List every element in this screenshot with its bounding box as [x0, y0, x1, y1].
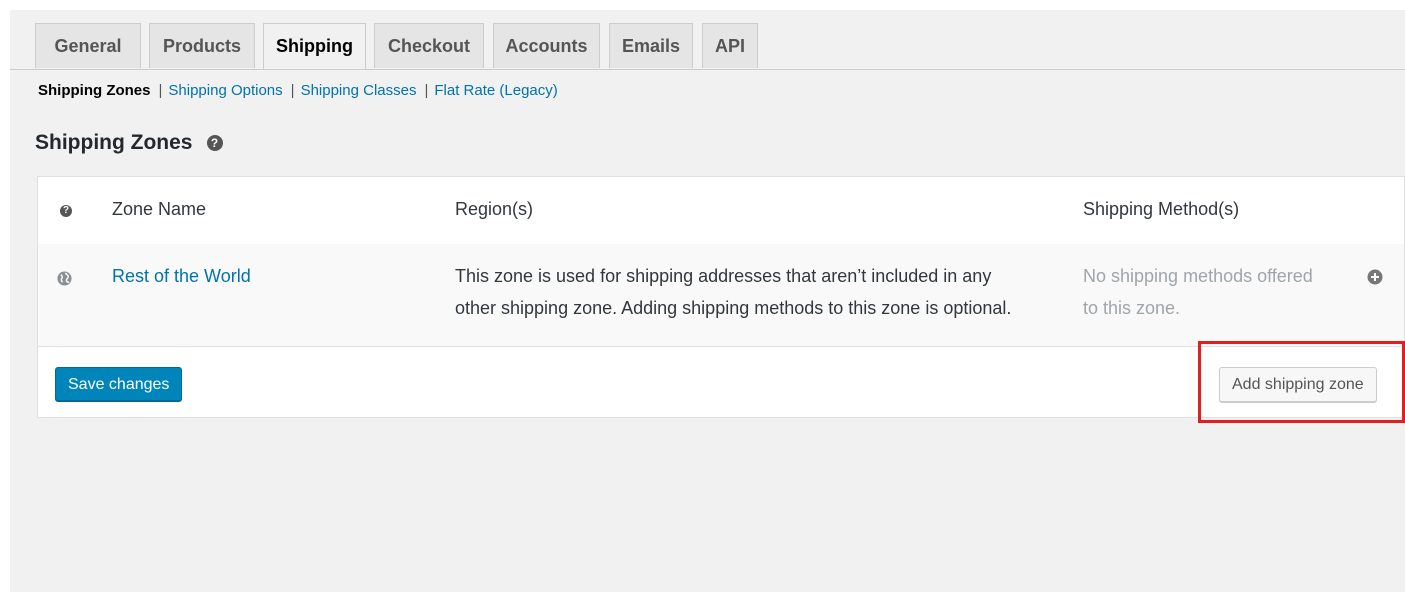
- subnav-shipping-classes-link[interactable]: Shipping Classes: [301, 82, 417, 99]
- tab-emails[interactable]: Emails: [609, 23, 693, 68]
- zone-regions: This zone is used for shipping addresses…: [455, 260, 1011, 324]
- shipping-zones-table: ? Zone Name Region(s) Shipping Method(s)…: [37, 176, 1405, 418]
- tab-accounts[interactable]: Accounts: [493, 23, 600, 68]
- tab-checkout[interactable]: Checkout: [374, 23, 484, 68]
- subnav-separator: |: [158, 82, 163, 99]
- column-regions: Region(s): [455, 199, 534, 219]
- save-changes-button[interactable]: Save changes: [55, 367, 183, 402]
- subnav-shipping-options-link[interactable]: Shipping Options: [168, 82, 282, 99]
- zone-regions-line: other shipping zone. Adding shipping met…: [455, 298, 1012, 318]
- tab-products[interactable]: Products: [149, 23, 255, 68]
- zone-methods: No shipping methods offered to this zone…: [1083, 260, 1313, 324]
- zone-methods-line: No shipping methods offered: [1083, 266, 1313, 286]
- column-zone-name: Zone Name: [112, 199, 207, 219]
- tab-general[interactable]: General: [35, 23, 141, 68]
- subnav-shipping-zones-current: Shipping Zones: [38, 82, 151, 99]
- page-title: Shipping Zones: [35, 131, 193, 154]
- table-row: Rest of the World This zone is used for …: [38, 244, 1404, 347]
- column-shipping-methods: Shipping Method(s): [1083, 199, 1240, 219]
- tab-api[interactable]: API: [702, 23, 758, 68]
- shipping-subnav: Shipping Zones | Shipping Options | Shipping…: [38, 82, 558, 99]
- tab-shipping[interactable]: Shipping: [263, 23, 366, 69]
- settings-tabs: General Products Shipping Checkout Accou…: [10, 23, 1405, 70]
- subnav-flat-rate-legacy-link[interactable]: Flat Rate (Legacy): [434, 82, 557, 99]
- globe-icon: [57, 271, 72, 286]
- help-icon[interactable]: ?: [206, 135, 223, 151]
- page-heading: Shipping Zones ?: [35, 131, 223, 155]
- column-help-icon[interactable]: ?: [60, 205, 72, 217]
- settings-page: General Products Shipping Checkout Accou…: [10, 10, 1405, 592]
- zone-regions-line: This zone is used for shipping addresses…: [455, 266, 992, 286]
- zone-name-link[interactable]: Rest of the World: [112, 266, 251, 287]
- zone-methods-line: to this zone.: [1083, 298, 1181, 318]
- subnav-separator: |: [424, 82, 429, 99]
- subnav-separator: |: [290, 82, 295, 99]
- table-footer: Save changes Add shipping zone: [38, 346, 1404, 417]
- add-shipping-zone-button[interactable]: Add shipping zone: [1219, 367, 1377, 402]
- plus-circle-icon[interactable]: [1367, 269, 1383, 285]
- table-header: ? Zone Name Region(s) Shipping Method(s): [38, 177, 1404, 245]
